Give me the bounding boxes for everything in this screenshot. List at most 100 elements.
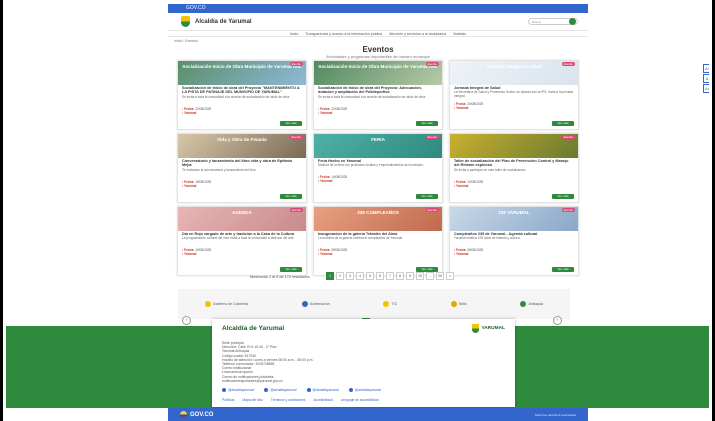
event-place-value: Yarumal (456, 183, 469, 188)
footer-social-link[interactable]: @alcaldiayarumal (306, 388, 339, 393)
partner-logo[interactable]: Sello (450, 301, 467, 307)
footer-social-link[interactable]: @alcaldiayarumal (222, 388, 254, 393)
event-card-place: ▪ Yarumal (314, 179, 442, 183)
event-card-place: ▪ Yarumal (314, 111, 442, 115)
page-button[interactable]: 8 (396, 272, 404, 280)
event-card-title[interactable]: Socialización de Inicio de obra del Proy… (178, 85, 306, 95)
shield-icon (472, 324, 480, 333)
page-button[interactable]: 20 (436, 272, 444, 280)
event-card-image[interactable]: 239 YARUMAL Evento (450, 207, 578, 231)
partner-name: TIC (391, 302, 398, 306)
event-card-image[interactable]: 239 CUMPLEAÑOS Evento (314, 207, 442, 231)
site-header: Alcaldía de Yarumal Buscar (168, 13, 588, 30)
event-date-value: 06/08/2025 (467, 248, 484, 253)
pagination: 1 2 3 4 5 6 7 8 9 10... 20 > (326, 272, 454, 280)
event-card-button[interactable]: Ver más (552, 121, 574, 126)
event-badge: Evento (425, 208, 439, 212)
partner-logo[interactable]: Gobernación (301, 301, 330, 307)
event-card-image[interactable]: Jornada integral de salud Evento (450, 61, 578, 85)
event-card-image[interactable]: Vida y Obra de Fmanio Evento (178, 134, 306, 158)
footer-link[interactable]: Términos y condiciones (271, 398, 306, 402)
nav-item-transparencia[interactable]: Transparencia y acceso a la información … (305, 31, 382, 36)
nav-item-atencion[interactable]: Atención y servicios a la ciudadanía (389, 31, 446, 36)
event-badge: Evento (425, 135, 439, 139)
search-icon[interactable] (569, 18, 576, 25)
event-card-image[interactable]: Socialización Inicio de Obra Municipio d… (314, 61, 442, 85)
page-button[interactable]: 5 (366, 272, 374, 280)
event-card-button[interactable]: Ver más (416, 121, 438, 126)
event-card-image[interactable]: Evento (450, 134, 578, 158)
footer-social-links: @alcaldiayarumal @alcaldiayarumal @alcaldi… (222, 388, 505, 393)
event-card[interactable]: Evento Taller de socialización del Plan d… (449, 133, 579, 203)
event-badge: Evento (289, 135, 303, 139)
event-place-value: Yarumal (320, 252, 333, 257)
footer-link[interactable]: Accesibilidad (313, 398, 332, 402)
accessibility-increase-font[interactable]: A+ (703, 64, 709, 73)
event-card-place: ▪ Yarumal (178, 184, 306, 188)
carousel-prev-button[interactable]: ‹ (182, 316, 191, 325)
event-card[interactable]: Vida y Obra de Fmanio Evento Conversatorio… (177, 133, 307, 203)
municipality-shield-icon[interactable] (181, 16, 190, 27)
event-card[interactable]: 239 CUMPLEAÑOS Evento Inauguración de la g… (313, 206, 443, 276)
footer-social-link[interactable]: @alcaldiayarumal (264, 388, 297, 393)
event-card-image[interactable]: Socialización Inicio de Obra Municipio d… (178, 61, 306, 85)
page-button[interactable]: 7 (386, 272, 394, 280)
event-date-value: 08/08/2025 (331, 248, 348, 253)
page-button[interactable]: 1 (326, 272, 334, 280)
event-card-button[interactable]: Ver más (280, 194, 302, 199)
event-card[interactable]: AGENDA Evento Día en Rojo cargado de arte … (177, 206, 307, 276)
partner-logo[interactable]: TIC (383, 301, 397, 307)
page-button[interactable]: 6 (376, 272, 384, 280)
page-button[interactable]: 3 (346, 272, 354, 280)
event-card-button[interactable]: Ver más (552, 194, 574, 199)
event-card-button[interactable]: Ver más (552, 267, 574, 272)
event-card-button[interactable]: Ver más (280, 267, 302, 272)
event-card[interactable]: Jornada integral de salud Evento Jornada I… (449, 60, 579, 130)
page-button[interactable]: 2 (336, 272, 344, 280)
event-card-description: Yarumal celebra 239 años de historia y c… (454, 236, 521, 241)
footer-link[interactable]: Lenguaje de accesibilidad (341, 398, 379, 402)
partner-emblem-icon (520, 301, 527, 307)
event-card-button[interactable]: Ver más (280, 121, 302, 126)
partner-logo[interactable]: Antioquia (520, 301, 543, 307)
event-card[interactable]: Socialización Inicio de Obra Municipio d… (313, 60, 443, 130)
partner-emblem-icon (383, 301, 390, 307)
event-card-button[interactable]: Ver más (416, 194, 438, 199)
event-date-value: 15/08/2025 (195, 179, 212, 184)
partner-name: Gobernación (309, 302, 330, 306)
social-handle: @alcaldiayarumal (270, 388, 297, 393)
event-card-image-text: FERIA (371, 137, 385, 142)
page-button[interactable]: 10 (416, 272, 424, 280)
nav-item-inicio[interactable]: Inicio (290, 31, 298, 36)
event-card-image[interactable]: AGENDA Evento (178, 207, 306, 231)
event-place-value: Yarumal (184, 110, 197, 115)
event-card-place: ▪ Yarumal (450, 252, 578, 256)
breadcrumb[interactable]: Inicio / Eventos (174, 39, 198, 43)
page-button[interactable]: 9 (406, 272, 414, 280)
accessibility-contrast[interactable]: Aa (703, 84, 709, 93)
event-card[interactable]: Socialización Inicio de Obra Municipio d… (177, 60, 307, 130)
footer-link[interactable]: Mapa del sitio (242, 398, 262, 402)
gov-footer-label[interactable]: GOV.CO (190, 412, 213, 418)
nav-item-noticias[interactable]: Noticias (453, 31, 466, 36)
event-card-image-text: 239 CUMPLEAÑOS (357, 210, 399, 215)
page-button[interactable]: 4 (356, 272, 364, 280)
page-button[interactable]: ... (426, 272, 434, 280)
event-card-title[interactable]: Taller de socialización del Plan de Prev… (450, 158, 578, 168)
footer-link[interactable]: Políticas (222, 398, 234, 402)
event-card[interactable]: 239 YARUMAL Evento Cumpleaños 239 de Yarum… (449, 206, 579, 276)
gov-bar[interactable]: GOV.CO (168, 4, 588, 13)
footer-social-link[interactable]: @alcaldiayarumal (348, 388, 381, 393)
event-card[interactable]: FERIA Evento Feria Hecho en Yarumal Disfrut… (313, 133, 443, 203)
partner-logo[interactable]: Gobierno de Colombia (204, 301, 248, 307)
accessibility-decrease-font[interactable]: A- (703, 74, 709, 83)
page-button[interactable]: > (446, 272, 454, 280)
carousel-next-button[interactable]: › (553, 316, 562, 325)
event-card-title[interactable]: Conversatorio y lanzamiento del libro vi… (178, 158, 306, 168)
site-title[interactable]: Alcaldía de Yarumal (195, 19, 252, 25)
social-icon (222, 388, 226, 393)
event-card-description: La Secretaría de Salud y Protección Soci… (454, 90, 574, 99)
event-card-title[interactable]: Socialización de Inicio de obra del Proy… (314, 85, 442, 95)
event-card-image[interactable]: FERIA Evento (314, 134, 442, 158)
event-badge: Evento (289, 208, 303, 212)
